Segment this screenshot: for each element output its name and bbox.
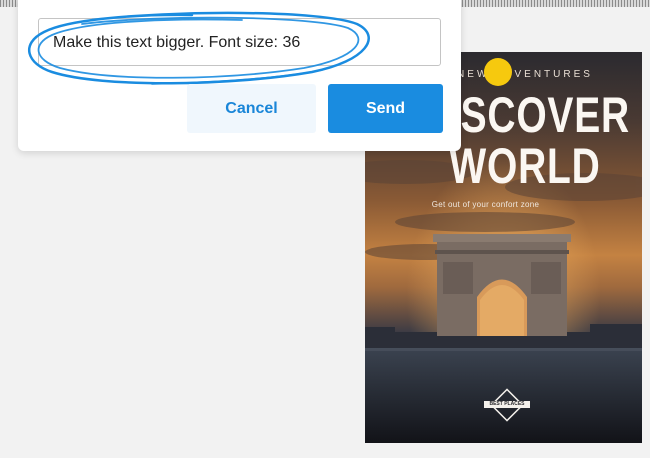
send-button[interactable]: Send [328,84,443,133]
diamond-badge-icon[interactable]: BEST PLACES [484,388,530,422]
text-edit-dialog: Make this text bigger. Font size: 36 Can… [18,0,461,151]
badge-label: BEST PLACES [484,401,530,408]
pointer-dot-icon [484,58,512,86]
poster-tagline[interactable]: Get out of your confort zone [365,200,606,209]
cancel-button[interactable]: Cancel [187,84,316,133]
prompt-input[interactable]: Make this text bigger. Font size: 36 [38,18,441,66]
